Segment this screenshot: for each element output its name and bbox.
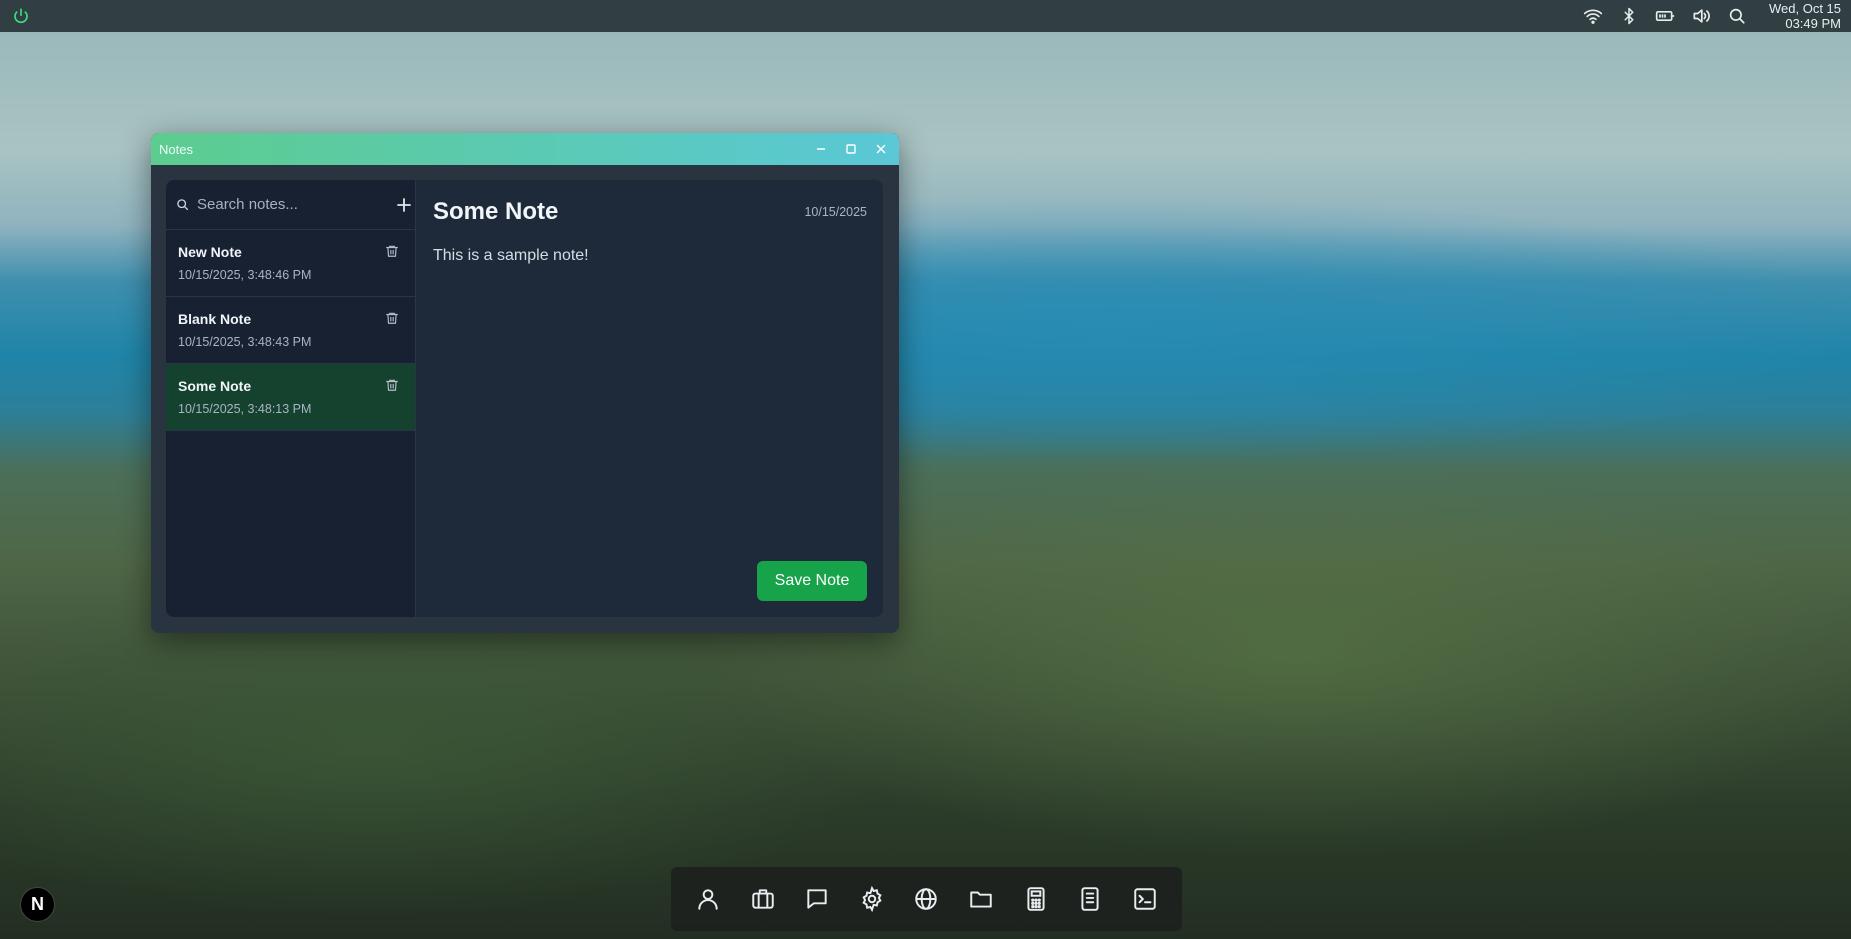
dock <box>671 867 1182 931</box>
search-icon[interactable] <box>1727 6 1747 26</box>
maximize-icon[interactable] <box>841 139 861 159</box>
notes-window: Notes Search notes... New Note 10/15/202… <box>151 133 899 633</box>
chat-icon[interactable] <box>801 883 833 915</box>
search-icon <box>176 197 189 213</box>
clock[interactable]: Wed, Oct 15 03:49 PM <box>1769 1 1841 31</box>
terminal-icon[interactable] <box>1129 883 1161 915</box>
clock-date: Wed, Oct 15 <box>1768 1 1841 16</box>
window-title: Notes <box>159 141 193 157</box>
search-bar <box>166 180 415 230</box>
note-list-item-some-note[interactable]: Some Note 10/15/2025, 3:48:13 PM <box>166 364 415 431</box>
note-item-title: New Note <box>178 244 242 260</box>
launcher-label: N <box>31 894 44 914</box>
bluetooth-icon[interactable] <box>1619 6 1639 26</box>
note-list-item-blank-note[interactable]: Blank Note 10/15/2025, 3:48:43 PM <box>166 297 415 364</box>
note-list-item-new-note[interactable]: New Note 10/15/2025, 3:48:46 PM <box>166 230 415 297</box>
trash-icon[interactable] <box>385 244 401 260</box>
window-titlebar[interactable]: Notes <box>151 133 899 165</box>
notes-sidebar: New Note 10/15/2025, 3:48:46 PM Blank No… <box>166 180 416 617</box>
trash-icon[interactable] <box>385 311 401 327</box>
editor-title[interactable]: Some Note <box>433 198 558 226</box>
add-note-icon[interactable] <box>396 193 412 217</box>
launcher-button[interactable]: N <box>20 887 55 922</box>
editor-body[interactable]: This is a sample note! <box>433 247 589 265</box>
user-icon[interactable] <box>692 883 724 915</box>
notes-app: New Note 10/15/2025, 3:48:46 PM Blank No… <box>166 180 883 617</box>
volume-icon[interactable] <box>1691 6 1711 26</box>
globe-icon[interactable] <box>910 883 942 915</box>
search-input[interactable] <box>197 196 396 213</box>
close-icon[interactable] <box>871 139 891 159</box>
save-note-button[interactable]: Save Note <box>757 561 867 601</box>
window-controls <box>811 139 891 159</box>
editor-date: 10/15/2025 <box>804 205 867 219</box>
system-tray: Wed, Oct 15 03:49 PM <box>1583 1 1841 31</box>
note-editor: Some Note 10/15/2025 This is a sample no… <box>416 180 883 617</box>
power-icon[interactable] <box>10 5 32 27</box>
calculator-icon[interactable] <box>1020 883 1052 915</box>
note-item-date: 10/15/2025, 3:48:43 PM <box>178 335 312 349</box>
settings-icon[interactable] <box>856 883 888 915</box>
top-bar: Wed, Oct 15 03:49 PM <box>0 0 1851 32</box>
clock-time: 03:49 PM <box>1785 16 1841 31</box>
trash-icon[interactable] <box>385 378 401 394</box>
folder-icon[interactable] <box>965 883 997 915</box>
note-item-date: 10/15/2025, 3:48:13 PM <box>178 402 312 416</box>
note-item-date: 10/15/2025, 3:48:46 PM <box>178 268 312 282</box>
notebook-icon[interactable] <box>1074 883 1106 915</box>
wifi-icon[interactable] <box>1583 6 1603 26</box>
note-item-title: Blank Note <box>178 311 252 327</box>
note-item-title: Some Note <box>178 378 252 394</box>
briefcase-icon[interactable] <box>747 883 779 915</box>
battery-icon[interactable] <box>1655 6 1675 26</box>
minimize-icon[interactable] <box>811 139 831 159</box>
